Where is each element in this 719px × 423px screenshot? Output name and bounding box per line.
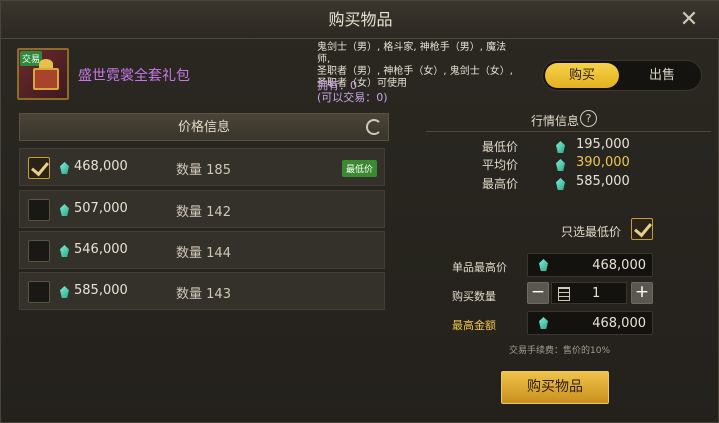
purchase-dialog: 购买物品 ✕ 交易 盛世霓裳全套礼包 鬼剑士（男）, 格斗家, 神枪手（男）, … bbox=[0, 0, 719, 423]
item-desc-line: 鬼剑士（男）, 格斗家, 神枪手（男）, 魔法师, bbox=[317, 42, 507, 65]
close-icon[interactable]: ✕ bbox=[678, 9, 700, 31]
tab-sell[interactable]: 出售 bbox=[625, 63, 699, 88]
price-row-checkbox[interactable] bbox=[28, 240, 50, 262]
price-row[interactable]: 546,000 数量 144 bbox=[19, 231, 385, 269]
max-total-value: 468,000 bbox=[592, 316, 646, 331]
price-row-checkbox[interactable] bbox=[28, 157, 50, 179]
price-list-header: 价格信息 bbox=[19, 113, 389, 141]
dialog-title: 购买物品 bbox=[1, 1, 719, 39]
unit-max-price-value: 468,000 bbox=[592, 258, 646, 273]
qty-label: 数量 bbox=[176, 246, 203, 261]
avg-price-value: 390,000 bbox=[576, 155, 630, 170]
calculator-icon[interactable] bbox=[558, 287, 570, 301]
gem-currency-icon bbox=[539, 317, 548, 329]
market-info-title: 行情信息 bbox=[531, 114, 580, 128]
price-list-panel: 价格信息 468,000 数量 185 最低价 507,000 数量 142 5… bbox=[19, 113, 389, 313]
max-price-value: 585,000 bbox=[576, 174, 630, 189]
quantity-text: 数量 144 bbox=[176, 242, 231, 261]
fee-note: 交易手续费：售价的10% bbox=[509, 346, 611, 356]
gem-currency-icon bbox=[556, 178, 565, 190]
qty-value: 142 bbox=[206, 205, 231, 220]
gem-currency-icon bbox=[60, 162, 69, 174]
unit-max-price-label: 单品最高价 bbox=[452, 261, 507, 274]
price-row-checkbox[interactable] bbox=[28, 199, 50, 221]
gem-currency-icon bbox=[539, 259, 548, 271]
quantity-text: 数量 142 bbox=[176, 201, 231, 220]
lowest-price-badge: 最低价 bbox=[342, 160, 378, 177]
gem-currency-icon bbox=[60, 286, 69, 298]
price-row[interactable]: 507,000 数量 142 bbox=[19, 190, 385, 228]
price-value: 585,000 bbox=[74, 283, 128, 298]
gem-currency-icon bbox=[556, 159, 565, 171]
gem-currency-icon bbox=[556, 141, 565, 153]
help-icon[interactable]: ? bbox=[580, 110, 597, 127]
qty-value: 143 bbox=[206, 287, 231, 302]
decrease-quantity-button[interactable]: − bbox=[527, 282, 549, 304]
unit-max-price-field[interactable]: 468,000 bbox=[527, 253, 653, 277]
buy-item-button[interactable]: 购买物品 bbox=[501, 371, 609, 404]
item-owned-info: 拥有：0 (可以交易：0) bbox=[317, 80, 388, 104]
qty-value: 185 bbox=[206, 163, 231, 178]
price-row[interactable]: 468,000 数量 185 最低价 bbox=[19, 148, 385, 186]
price-row[interactable]: 585,000 数量 143 bbox=[19, 272, 385, 310]
item-desc-line: 圣职者（男）, 神枪手（女）, 鬼剑士（女）, bbox=[317, 66, 513, 77]
gem-currency-icon bbox=[60, 245, 69, 257]
buy-sell-toggle: 购买 出售 bbox=[542, 60, 702, 91]
avg-price-label: 平均价 bbox=[482, 158, 519, 172]
quantity-input[interactable]: 1 bbox=[551, 282, 627, 304]
tradable-count: (可以交易：0) bbox=[317, 91, 388, 104]
min-price-value: 195,000 bbox=[576, 137, 630, 152]
quantity-text: 数量 143 bbox=[176, 283, 231, 302]
only-lowest-label: 只选最低价 bbox=[561, 225, 622, 239]
qty-label: 数量 bbox=[176, 163, 203, 178]
item-icon[interactable]: 交易 bbox=[17, 48, 69, 100]
max-total-label: 最高金额 bbox=[452, 319, 496, 332]
item-name: 盛世霓裳全套礼包 bbox=[78, 68, 190, 84]
qty-value: 144 bbox=[206, 246, 231, 261]
price-value: 546,000 bbox=[74, 242, 128, 257]
gem-currency-icon bbox=[60, 204, 69, 216]
min-price-label: 最低价 bbox=[482, 140, 519, 154]
qty-label: 数量 bbox=[176, 287, 203, 302]
only-lowest-checkbox[interactable] bbox=[631, 218, 653, 240]
price-row-checkbox[interactable] bbox=[28, 281, 50, 303]
divider bbox=[426, 131, 711, 132]
tab-buy[interactable]: 购买 bbox=[545, 63, 619, 88]
gift-box-icon bbox=[33, 68, 59, 90]
price-value: 507,000 bbox=[74, 201, 128, 216]
price-value: 468,000 bbox=[74, 159, 128, 174]
price-list-title: 价格信息 bbox=[177, 120, 230, 135]
max-total-field: 468,000 bbox=[527, 311, 653, 335]
max-price-label: 最高价 bbox=[482, 177, 519, 191]
qty-label: 数量 bbox=[176, 205, 203, 220]
quantity-text: 数量 185 bbox=[176, 159, 231, 178]
increase-quantity-button[interactable]: + bbox=[631, 282, 653, 304]
refresh-icon[interactable] bbox=[366, 119, 382, 135]
quantity-label: 购买数量 bbox=[452, 290, 496, 303]
quantity-value: 1 bbox=[592, 286, 601, 301]
